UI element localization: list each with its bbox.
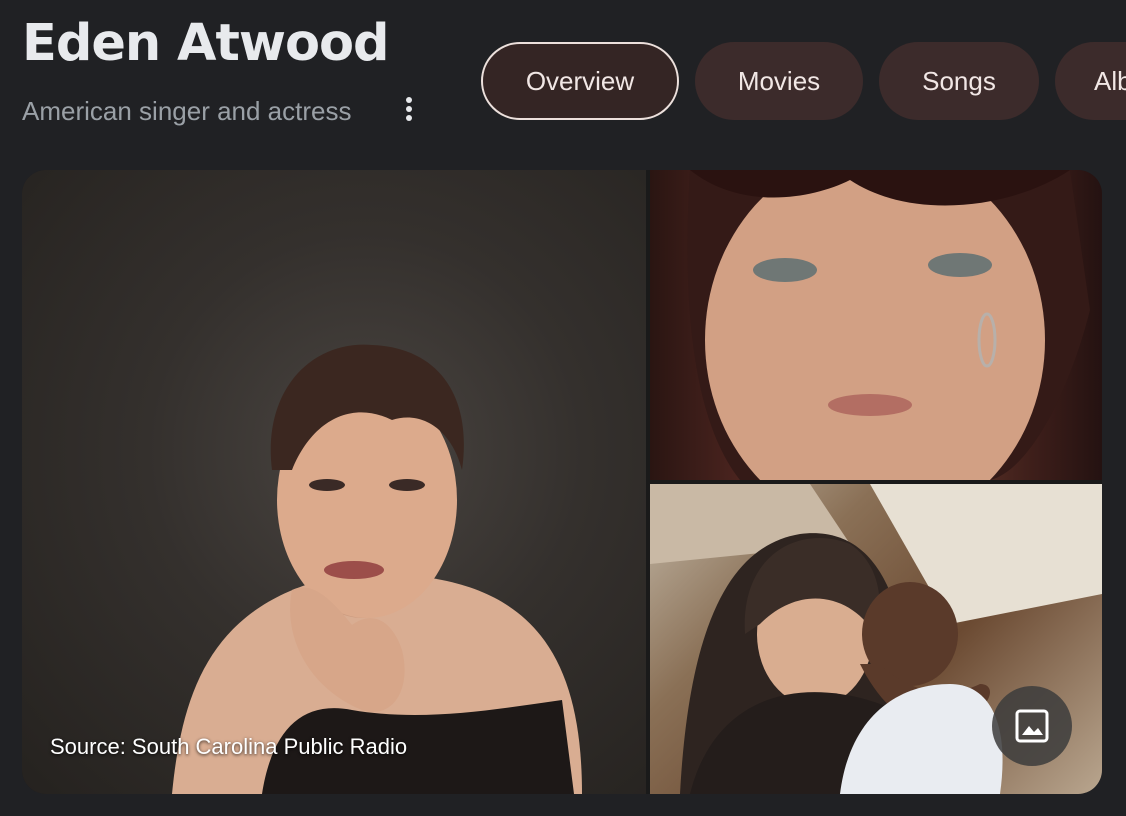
tab-overview[interactable]: Overview (481, 42, 679, 120)
tab-albums[interactable]: Alb (1055, 42, 1126, 120)
closeup-illustration (687, 170, 1090, 480)
entity-title: Eden Atwood (22, 14, 390, 73)
knowledge-panel-header: Eden Atwood American singer and actress … (0, 0, 1126, 160)
image-icon (1015, 709, 1049, 743)
view-images-button[interactable] (992, 686, 1072, 766)
entity-subtitle: American singer and actress (22, 96, 352, 126)
tab-label: Overview (525, 65, 635, 96)
portrait-illustration (172, 344, 582, 794)
image-gallery: Source: South Carolina Public Radio (22, 170, 1102, 794)
tab-label: Songs (922, 65, 996, 96)
tab-songs[interactable]: Songs (879, 42, 1039, 120)
more-vert-icon (406, 97, 412, 121)
tab-movies[interactable]: Movies (695, 42, 863, 120)
image-source-caption: Source: South Carolina Public Radio (50, 734, 408, 759)
tab-chips: Overview Movies Songs Alb (481, 42, 1126, 120)
more-options-button[interactable] (394, 94, 424, 124)
main-photo[interactable]: Source: South Carolina Public Radio (22, 170, 646, 794)
tab-label: Alb (1094, 65, 1126, 96)
tab-label: Movies (737, 65, 821, 96)
closeup-photo[interactable] (650, 170, 1102, 480)
